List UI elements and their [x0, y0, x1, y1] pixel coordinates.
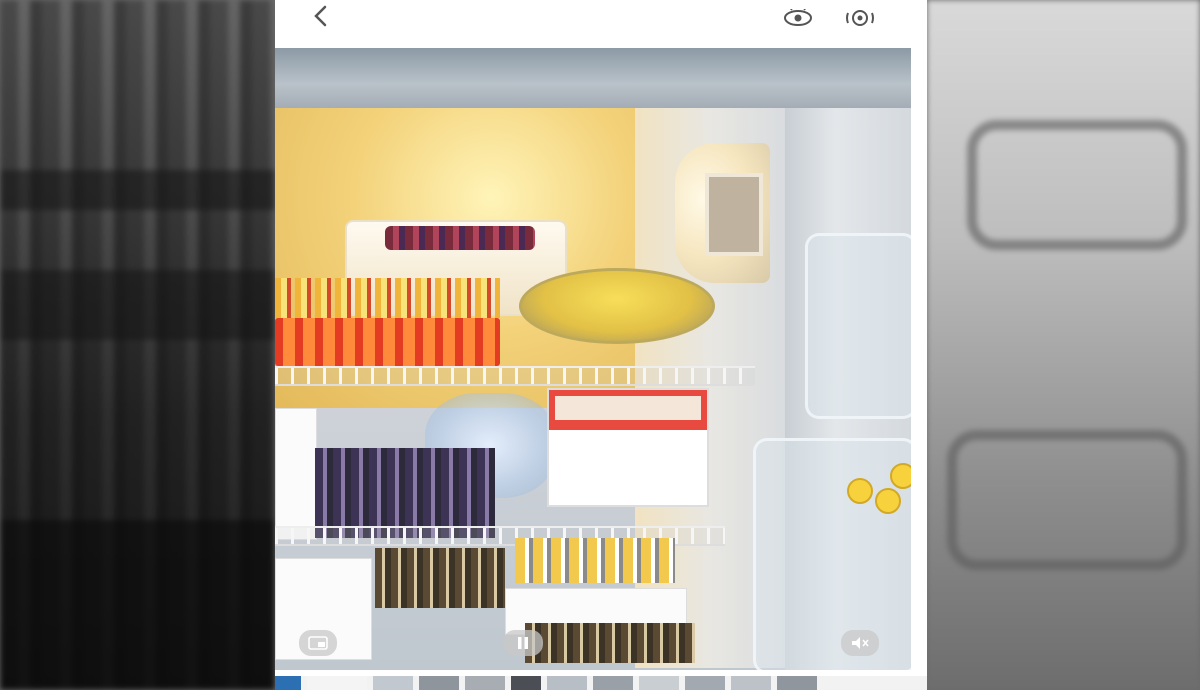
tube-row [275, 278, 500, 318]
chevron-left-icon [314, 5, 327, 27]
freezer-compartment [275, 48, 911, 108]
door-bin-upper [805, 233, 911, 419]
mute-button[interactable] [841, 630, 879, 656]
thumbnail[interactable] [419, 676, 459, 690]
shelf [275, 366, 755, 386]
thumbnail[interactable] [639, 676, 679, 690]
tube-cap [875, 488, 901, 514]
tube-cap [847, 478, 873, 504]
tube-cluster [375, 548, 505, 608]
top-bar [275, 0, 927, 48]
tube-cluster [315, 448, 495, 538]
thumbnail[interactable] [511, 676, 541, 690]
camera-flip-icon [846, 10, 874, 26]
door-bin-lower [753, 438, 911, 670]
phone-screen [275, 0, 927, 690]
background-blur-right [927, 0, 1200, 690]
thumbnail[interactable] [777, 676, 817, 690]
thumbnail[interactable] [275, 676, 301, 690]
pause-button[interactable] [503, 630, 543, 656]
pip-button[interactable] [299, 630, 337, 656]
thumbnail[interactable] [685, 676, 725, 690]
pause-icon [518, 637, 528, 649]
thumbnail[interactable] [373, 676, 413, 690]
background-blur-left [0, 0, 275, 690]
fridge-photo[interactable] [275, 48, 911, 670]
tube-cluster [515, 538, 675, 583]
back-button[interactable] [307, 4, 335, 32]
thumbnail[interactable] [465, 676, 505, 690]
view-button[interactable] [783, 6, 813, 30]
background-band [0, 270, 275, 340]
picture-in-picture-icon [308, 636, 328, 650]
tray-contents [385, 226, 535, 250]
tube-cap [890, 463, 911, 489]
background-band [0, 170, 275, 210]
storage-box [547, 388, 709, 507]
mute-icon [852, 637, 869, 649]
tube-rack-red [275, 318, 500, 366]
background-band [0, 520, 275, 690]
tube-cluster [525, 623, 695, 663]
thumbnail-strip [275, 676, 927, 690]
camera-flip-button[interactable] [845, 6, 875, 30]
container [275, 408, 317, 540]
light-window [705, 173, 763, 256]
thumbnail[interactable] [547, 676, 587, 690]
storage-box-label [555, 396, 701, 420]
eye-icon [784, 9, 812, 26]
thumbnail[interactable] [731, 676, 771, 690]
thumbnail[interactable] [307, 676, 367, 690]
background-shape [947, 430, 1187, 570]
background-shape [967, 120, 1187, 250]
thumbnail[interactable] [593, 676, 633, 690]
bowl [519, 268, 715, 344]
